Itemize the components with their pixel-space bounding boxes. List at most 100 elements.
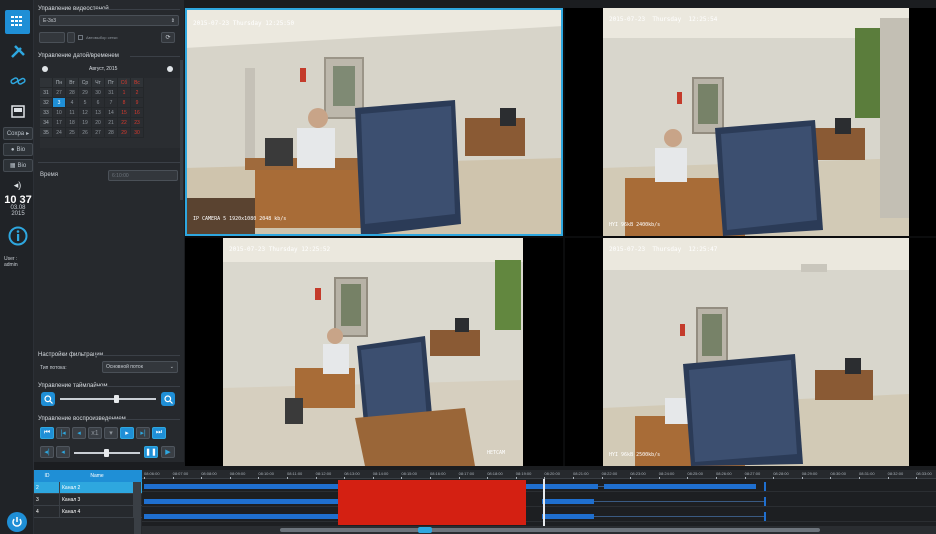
rewind-icon[interactable]: ◂ — [56, 446, 70, 458]
zoom-out-button[interactable] — [41, 392, 55, 406]
grid-layout-icon[interactable] — [5, 10, 30, 34]
jump-end-icon[interactable]: ⏭ — [152, 427, 166, 439]
calendar-day[interactable]: 27 — [92, 128, 105, 138]
calendar-day[interactable]: 11 — [66, 108, 79, 118]
calendar-day[interactable]: 23 — [131, 118, 144, 128]
tools-icon[interactable] — [5, 40, 30, 64]
camera-feed-1 — [185, 8, 563, 236]
calendar-day[interactable]: 22 — [118, 118, 131, 128]
calendar-day[interactable]: 1 — [118, 88, 131, 98]
channel-name: Канал 4 — [60, 506, 134, 517]
timeline-tick-label: 08:28:00 — [773, 471, 789, 476]
panel-scrollbar[interactable] — [180, 60, 183, 200]
column-header-name[interactable]: Name — [60, 470, 134, 482]
timeline-track-3[interactable] — [142, 510, 936, 522]
timeline-zoom-knob[interactable] — [114, 395, 119, 403]
camera-feed-2 — [565, 8, 936, 236]
calendar-day[interactable]: 27 — [53, 88, 66, 98]
channel-row[interactable]: 3 Канал 3 — [34, 494, 142, 506]
calendar-day[interactable]: 18 — [66, 118, 79, 128]
calendar-day[interactable]: 26 — [79, 128, 92, 138]
camera-view-2[interactable]: 2015-07-23 Thursday 12:25:54 HYI 96kB 24… — [565, 8, 936, 236]
archive-icon[interactable] — [5, 99, 30, 123]
calendar-day[interactable]: 14 — [105, 108, 118, 118]
calendar-day[interactable]: 15 — [118, 108, 131, 118]
playback-speed-knob[interactable] — [104, 449, 109, 457]
power-icon[interactable] — [7, 512, 27, 532]
play-icon[interactable]: ▶ — [161, 446, 175, 458]
speed-down-icon[interactable]: ▾ — [104, 427, 118, 439]
calendar-day[interactable]: 5 — [79, 98, 92, 108]
timeline-zoom-slider[interactable] — [60, 398, 156, 400]
calendar-day[interactable]: 8 — [118, 98, 131, 108]
layout-toggle[interactable] — [39, 32, 65, 43]
auto-layout-checkbox[interactable] — [78, 35, 83, 40]
camera-feed-3 — [185, 238, 563, 466]
selected-time-range[interactable] — [338, 480, 526, 525]
bio-button-b[interactable]: ▦ Bio — [3, 159, 33, 172]
step-forward-icon[interactable]: ▸ — [120, 427, 134, 439]
calendar-day[interactable]: 30 — [92, 88, 105, 98]
channel-row[interactable]: 2 Канал 2 — [34, 482, 142, 494]
calendar-day[interactable]: 7 — [105, 98, 118, 108]
calendar-day[interactable]: 30 — [131, 128, 144, 138]
jump-start-icon[interactable]: ⏮ — [40, 427, 54, 439]
timeline-track-2[interactable] — [142, 495, 936, 507]
refresh-button[interactable]: ⟳ — [161, 32, 175, 43]
calendar-day[interactable]: 20 — [92, 118, 105, 128]
calendar-day[interactable]: 2 — [131, 88, 144, 98]
calendar-day[interactable]: 29 — [79, 88, 92, 98]
layout-spin[interactable] — [67, 32, 75, 43]
channel-table-scrollbar[interactable] — [134, 482, 141, 534]
channel-row[interactable]: 4 Канал 4 — [34, 506, 142, 518]
calendar-day[interactable]: 4 — [66, 98, 79, 108]
video-wall-select[interactable]: E-3x3 ⇕ — [39, 15, 179, 26]
calendar-day[interactable]: 28 — [66, 88, 79, 98]
calendar-day[interactable]: 29 — [118, 128, 131, 138]
info-icon[interactable] — [5, 224, 30, 248]
prev-frame-icon[interactable]: |◂ — [56, 427, 70, 439]
timeline-scroll-thumb[interactable] — [280, 528, 820, 532]
calendar-day[interactable]: 25 — [66, 128, 79, 138]
calendar-day[interactable]: 12 — [79, 108, 92, 118]
calendar-day-selected[interactable]: 3 — [53, 98, 66, 108]
calendar-day[interactable]: 28 — [105, 128, 118, 138]
timeline-track-1[interactable] — [142, 480, 936, 492]
timeline-tick-label: 08:24:00 — [658, 471, 675, 476]
calendar-day[interactable]: 13 — [92, 108, 105, 118]
weekday-header: Пт — [105, 78, 118, 88]
play-reverse-icon[interactable]: ◂| — [40, 446, 54, 458]
pause-icon[interactable]: ❚❚ — [144, 446, 158, 458]
timeline-tick-label: 08:17:00 — [458, 471, 475, 476]
stream-type-select[interactable]: Основной поток ⌄ — [102, 361, 178, 373]
calendar-day[interactable]: 31 — [105, 88, 118, 98]
calendar-day[interactable]: 19 — [79, 118, 92, 128]
timeline-scroll-knob[interactable] — [418, 527, 432, 533]
link-icon[interactable] — [5, 69, 30, 93]
chevron-down-icon: ⌄ — [169, 364, 174, 370]
timeline-tick-mark — [658, 477, 660, 479]
calendar-day[interactable]: 6 — [92, 98, 105, 108]
record-segment — [526, 484, 598, 489]
save-button[interactable]: Сохра ▸ — [3, 127, 33, 140]
playback-cursor[interactable] — [543, 479, 545, 526]
time-input[interactable]: 6:10:00 — [108, 170, 178, 181]
step-back-icon[interactable]: ◂ — [72, 427, 86, 439]
next-frame-icon[interactable]: ▸| — [136, 427, 150, 439]
calendar-day[interactable]: 10 — [53, 108, 66, 118]
calendar-day[interactable]: 9 — [131, 98, 144, 108]
record-gap — [594, 516, 764, 517]
speaker-icon[interactable]: ◂) — [5, 178, 30, 192]
prev-month-icon[interactable] — [42, 66, 48, 72]
camera-view-1[interactable]: 2015-07-23 Thursday 12:25:50 IP CAMERA 5… — [185, 8, 563, 236]
camera-view-4[interactable]: 2015-07-23 Thursday 12:25:47 HYI 96kB 25… — [565, 238, 936, 466]
zoom-in-button[interactable] — [161, 392, 175, 406]
calendar-day[interactable]: 24 — [53, 128, 66, 138]
bio-button-a[interactable]: ● Bio — [3, 143, 33, 156]
calendar-day[interactable]: 21 — [105, 118, 118, 128]
calendar-day[interactable]: 16 — [131, 108, 144, 118]
next-month-icon[interactable] — [167, 66, 173, 72]
column-header-id[interactable]: ID — [34, 470, 60, 482]
camera-view-3[interactable]: 2015-07-23 Thursday 12:25:52 НЕТСАМ — [185, 238, 563, 466]
calendar-day[interactable]: 17 — [53, 118, 66, 128]
